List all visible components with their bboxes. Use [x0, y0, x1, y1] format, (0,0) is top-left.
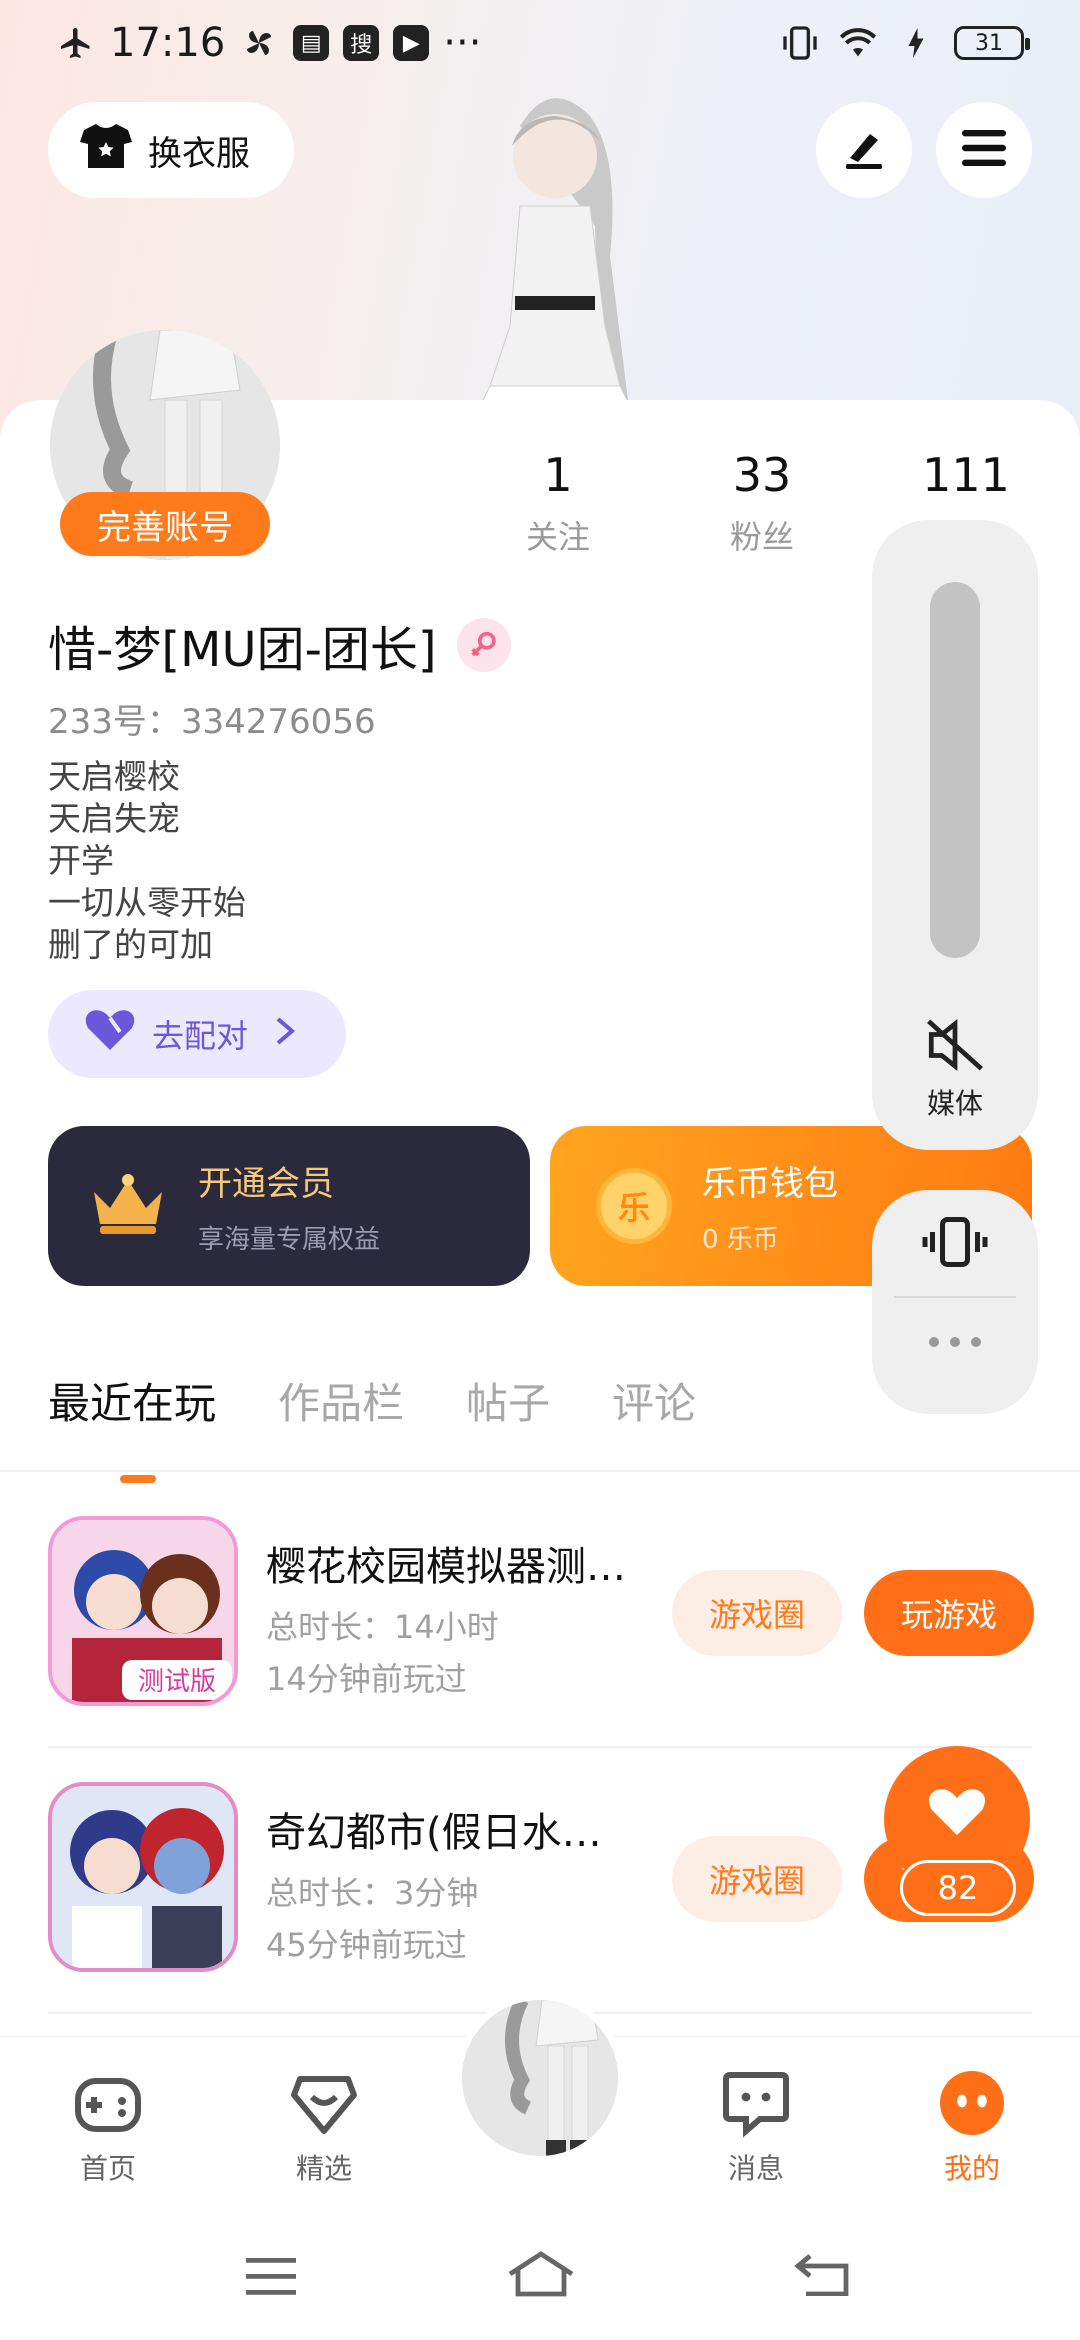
- vibrate-mode-icon[interactable]: [922, 1212, 988, 1276]
- like-count: 82: [900, 1860, 1016, 1916]
- game-circle-button[interactable]: 游戏圈: [672, 1570, 842, 1656]
- tab-posts[interactable]: 帖子: [466, 1370, 550, 1431]
- play-app-icon: ▶: [393, 25, 430, 61]
- female-gender-icon: [456, 618, 511, 672]
- likes-count: 111: [922, 448, 1010, 502]
- airplane-mode-icon: [56, 23, 96, 63]
- game-icon-badge: 测试版: [138, 1667, 216, 1697]
- nav-featured-label: 精选: [295, 2152, 352, 2185]
- panel-divider: [894, 1296, 1016, 1298]
- bio-line: 天启失宠: [48, 799, 180, 838]
- pen-icon: [840, 124, 888, 176]
- vip-title: 开通会员: [198, 1164, 334, 1204]
- bio-line: 天启樱校: [48, 757, 180, 796]
- game-last-played: 45分钟前玩过: [266, 1926, 467, 1964]
- more-notifications-icon: ···: [443, 20, 482, 66]
- game-duration: 总时长：3分钟: [266, 1874, 479, 1912]
- complete-account-button[interactable]: 完善账号: [60, 492, 270, 556]
- search-app-icon: 搜: [343, 25, 380, 61]
- back-icon[interactable]: [794, 2252, 850, 2300]
- game-last-played: 14分钟前玩过: [266, 1660, 467, 1698]
- game-icon-image: [48, 1782, 238, 1972]
- gamepad-icon: [72, 2067, 144, 2139]
- heart-match-icon: [84, 1008, 136, 1060]
- tabs-divider: [0, 1470, 1080, 1472]
- chevron-right-icon: [274, 1015, 296, 1053]
- nickname-text: 惜-梦[MU团-团长]: [48, 622, 437, 678]
- nav-mine-label: 我的: [943, 2152, 1000, 2185]
- menu-button[interactable]: [936, 102, 1032, 198]
- game-icon-image: 测试版: [48, 1516, 238, 1706]
- go-match-label: 去配对: [152, 1017, 249, 1055]
- nav-featured[interactable]: 精选: [254, 2067, 394, 2187]
- following-label: 关注: [525, 518, 590, 556]
- home-icon[interactable]: [506, 2250, 576, 2302]
- wifi-icon: [838, 23, 878, 63]
- nav-home[interactable]: 首页: [38, 2067, 178, 2187]
- media-volume-slider[interactable]: [930, 582, 980, 958]
- game-title: 樱花校园模拟器测…: [266, 1544, 626, 1590]
- media-volume-label: 媒体: [926, 1087, 983, 1120]
- status-time: 17:16: [110, 20, 226, 66]
- game-circle-button[interactable]: 游戏圈: [672, 1836, 842, 1922]
- shirt-icon: [78, 121, 134, 180]
- nav-mine[interactable]: 我的: [902, 2067, 1042, 2187]
- stat-followers[interactable]: 33 粉丝: [682, 448, 842, 558]
- wallet-balance: 0 乐币: [702, 1225, 779, 1255]
- center-character-button[interactable]: [456, 1994, 624, 2162]
- change-outfit-button[interactable]: 换衣服: [48, 102, 294, 198]
- user-id: 233号：334276056: [48, 702, 376, 742]
- ring-mode-panel: [872, 1190, 1038, 1414]
- bio-line: 一切从零开始: [48, 883, 246, 922]
- hamburger-menu-icon: [960, 128, 1008, 172]
- following-count: 1: [543, 448, 573, 502]
- pinwheel-app-icon: [239, 23, 279, 63]
- recent-apps-icon[interactable]: [244, 2256, 298, 2300]
- tab-works[interactable]: 作品栏: [278, 1370, 404, 1431]
- game-list-item[interactable]: 测试版 樱花校园模拟器测… 总时长：14小时 14分钟前玩过 游戏圈 玩游戏: [48, 1516, 1034, 1712]
- profile-face-icon: [936, 2067, 1008, 2139]
- nav-messages[interactable]: 消息: [686, 2067, 826, 2187]
- charging-icon: [896, 23, 936, 63]
- row-divider: [48, 1746, 1032, 1748]
- tab-recently-played[interactable]: 最近在玩: [48, 1370, 216, 1483]
- followers-count: 33: [732, 448, 792, 502]
- tab-comments[interactable]: 评论: [612, 1370, 696, 1431]
- coin-icon: 乐: [596, 1168, 672, 1244]
- battery-indicator: 31: [954, 26, 1030, 60]
- bio-line: 开学: [48, 841, 114, 880]
- card-app-icon: ▤: [293, 25, 330, 61]
- vibrate-icon: [780, 23, 820, 63]
- more-options-icon[interactable]: [924, 1332, 986, 1356]
- go-match-button[interactable]: 去配对: [48, 990, 346, 1078]
- nav-home-label: 首页: [79, 2152, 136, 2185]
- system-navigation-bar: [0, 2212, 1080, 2340]
- status-bar: 17:16 ▤ 搜 ▶ ··· 31: [0, 0, 1080, 86]
- followers-label: 粉丝: [729, 518, 794, 556]
- stat-following[interactable]: 1 关注: [478, 448, 638, 558]
- play-game-button[interactable]: 玩游戏: [864, 1570, 1034, 1656]
- edit-profile-button[interactable]: [816, 102, 912, 198]
- wallet-title: 乐币钱包: [702, 1164, 838, 1204]
- heart-icon: [927, 1786, 987, 1842]
- crown-icon: [88, 1172, 168, 1240]
- vip-subtitle: 享海量专属权益: [198, 1225, 381, 1255]
- game-title: 奇幻都市(假日水…: [266, 1810, 602, 1856]
- change-outfit-label: 换衣服: [148, 133, 250, 174]
- vip-membership-card[interactable]: 开通会员 享海量专属权益: [48, 1126, 530, 1286]
- bio-line: 删了的可加: [48, 925, 213, 964]
- chat-bubble-icon: [720, 2067, 792, 2139]
- mute-speaker-icon[interactable]: [922, 1016, 988, 1078]
- gem-heart-icon: [288, 2067, 360, 2139]
- game-duration: 总时长：14小时: [266, 1608, 499, 1646]
- profile-tabs: 最近在玩 作品栏 帖子 评论: [48, 1370, 696, 1483]
- profile-bio: 天启樱校 天启失宠 开学 一切从零开始 删了的可加: [48, 756, 246, 966]
- profile-nickname: 惜-梦[MU团-团长]: [48, 610, 511, 680]
- media-volume-panel: 媒体: [872, 520, 1038, 1150]
- nav-messages-label: 消息: [727, 2152, 784, 2185]
